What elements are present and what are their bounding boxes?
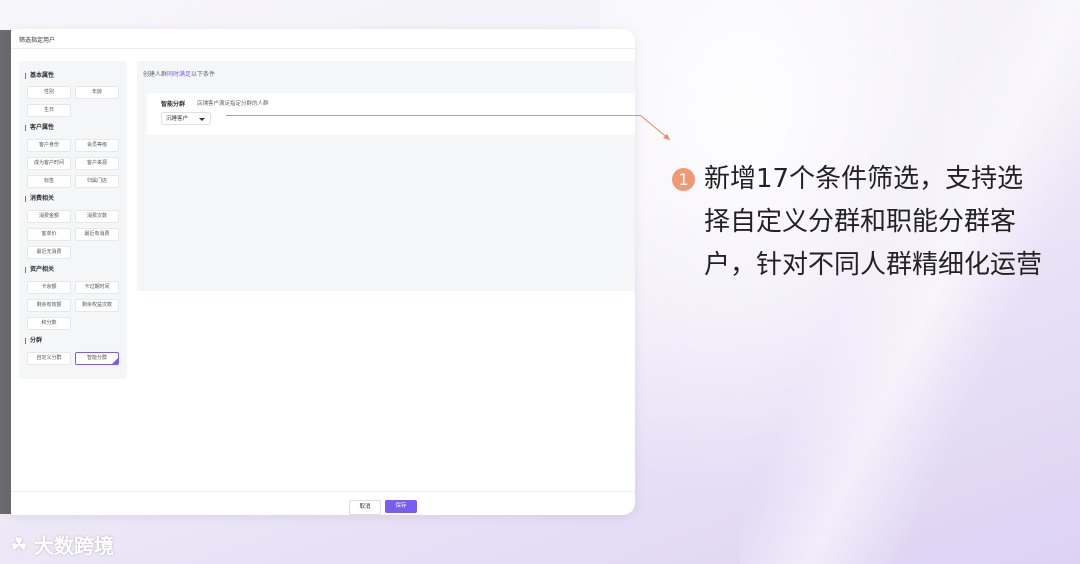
section-title-segment: 分群: [25, 338, 42, 344]
annotation-connector-line: [226, 115, 640, 116]
chip-age[interactable]: 年龄: [75, 86, 119, 99]
section-title-basic: 基本属性: [25, 73, 54, 79]
chip-customer-identity[interactable]: 客户身份: [27, 139, 71, 152]
chip-remaining-benefit[interactable]: 剩余权益次数: [75, 299, 119, 312]
footer-divider: [11, 491, 635, 492]
chip-birthday[interactable]: 生日: [27, 104, 71, 117]
chip-remaining-amount[interactable]: 剩余有效额: [27, 299, 71, 312]
dialog-title: 筛选指定用户: [19, 37, 56, 44]
section-title-consumption: 消费相关: [25, 196, 54, 202]
chip-recent-spend[interactable]: 最近有消费: [75, 228, 119, 241]
chip-store[interactable]: 归属门店: [75, 175, 119, 188]
segment-select-value: 沉睡客户: [166, 116, 189, 122]
annotation-number-badge: 1: [672, 168, 695, 191]
title-divider: [11, 48, 635, 49]
section-title-customer: 客户属性: [25, 125, 54, 131]
header-highlight[interactable]: 同时满足: [167, 71, 191, 78]
chip-card-expiry[interactable]: 卡过期时间: [75, 281, 119, 294]
chip-smart-segment[interactable]: 智能分群: [75, 352, 119, 365]
header-prefix: 创建人群: [143, 71, 168, 78]
cancel-button[interactable]: 取消: [349, 500, 381, 515]
condition-card: 智能分群 店铺客户满足指定分群的人群 沉睡客户: [147, 93, 635, 135]
chip-avg-order[interactable]: 客单价: [27, 228, 71, 241]
chip-custom-segment[interactable]: 自定义分群: [27, 352, 71, 365]
save-button[interactable]: 保存: [385, 500, 417, 513]
chip-customer-source[interactable]: 客户来源: [75, 157, 119, 170]
chip-gender[interactable]: 性别: [27, 86, 71, 99]
header-suffix: 以下条件: [191, 71, 216, 78]
caret-down-icon: [199, 118, 205, 121]
condition-description: 店铺客户满足指定分群的人群: [197, 101, 269, 107]
condition-sidebar: 基本属性 性别 年龄 生日 客户属性 客户身份 会员等级 成为客户时间 客户来源…: [19, 61, 127, 379]
condition-panel: 创建人群同时满足以下条件 智能分群 店铺客户满足指定分群的人群 沉睡客户: [137, 61, 635, 291]
condition-header: 创建人群同时满足以下条件: [143, 69, 215, 78]
chip-become-customer-time[interactable]: 成为客户时间: [27, 157, 71, 170]
filter-users-dialog: 筛选指定用户 基本属性 性别 年龄 生日 客户属性 客户身份 会员等级 成为客户…: [11, 29, 635, 515]
watermark: ☘ 大数跨境: [10, 530, 114, 559]
chip-tag[interactable]: 标签: [27, 175, 71, 188]
segment-select[interactable]: 沉睡客户: [161, 112, 211, 125]
chip-spend-count[interactable]: 消费次数: [75, 210, 119, 223]
condition-label: 智能分群: [161, 101, 186, 108]
chip-spend-amount[interactable]: 消费金额: [27, 210, 71, 223]
chip-recent-no-spend[interactable]: 最近无消费: [27, 246, 71, 259]
chip-points[interactable]: 积分数: [27, 317, 71, 330]
annotation-arrow-icon: [639, 114, 671, 141]
watermark-text: 大数跨境: [33, 534, 114, 558]
annotation-text: 新增17个条件筛选，支持选择自定义分群和职能分群客户，针对不同人群精细化运营: [704, 164, 1043, 280]
left-edge-strip: [0, 30, 11, 514]
section-title-assets: 资产相关: [25, 267, 54, 273]
watermark-logo-icon: ☘: [10, 532, 28, 557]
chip-member-level[interactable]: 会员等级: [75, 139, 119, 152]
chip-card-balance[interactable]: 卡余额: [27, 281, 71, 294]
